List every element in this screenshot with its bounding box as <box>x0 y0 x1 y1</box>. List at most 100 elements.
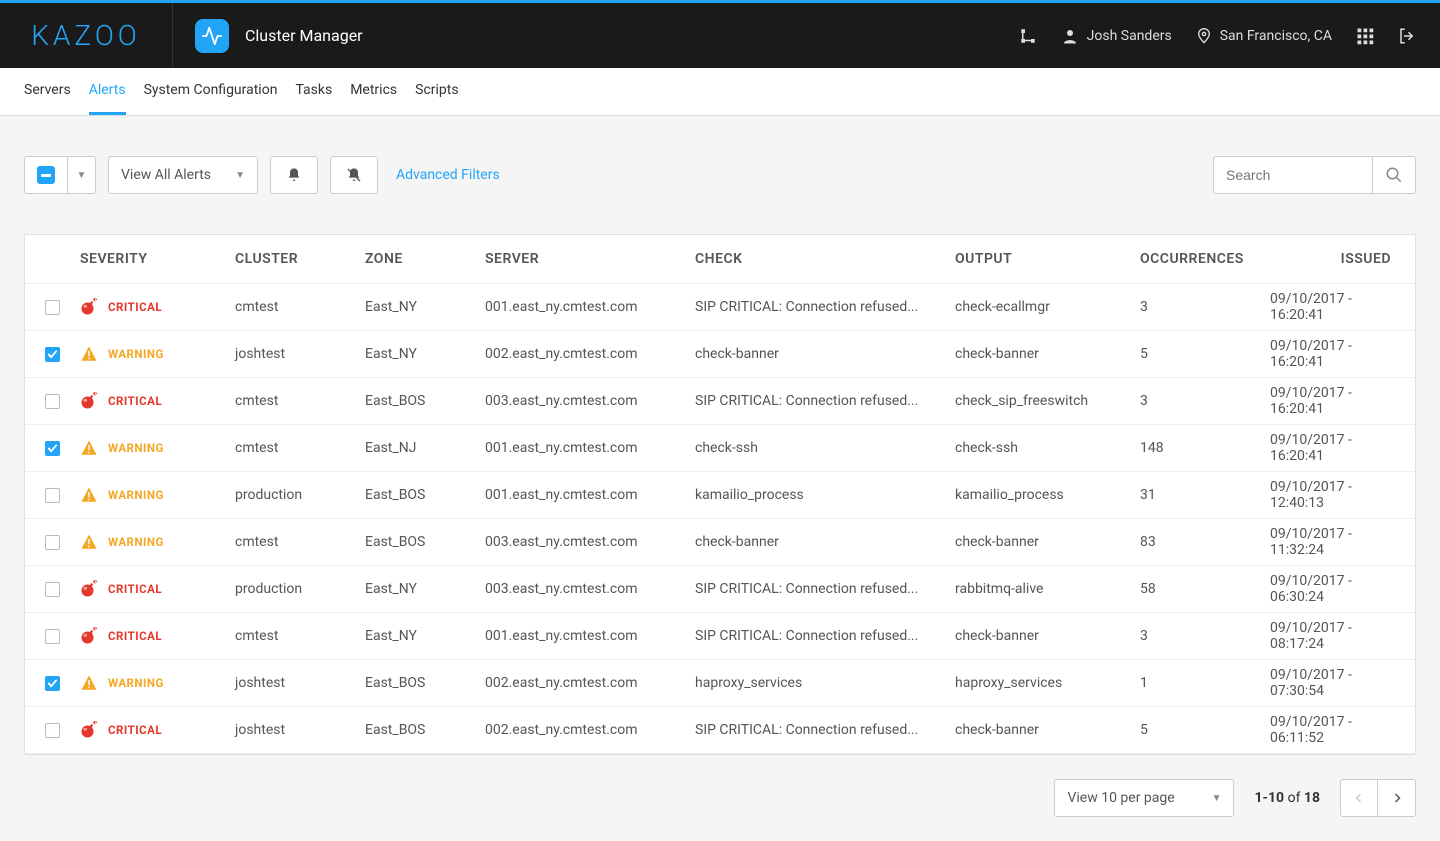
tab-scripts[interactable]: Scripts <box>415 68 458 115</box>
col-checkbox <box>25 243 80 275</box>
select-all-button[interactable] <box>24 156 68 194</box>
col-cluster[interactable]: Cluster <box>235 235 365 283</box>
row-checkbox-cell <box>25 676 80 691</box>
user-icon <box>1061 27 1079 45</box>
issued-cell: 09/10/2017 - 11:32:24 <box>1270 526 1391 558</box>
bomb-icon <box>80 298 98 316</box>
row-checkbox[interactable] <box>45 441 60 456</box>
zone-cell: East_BOS <box>365 393 485 409</box>
tab-tasks[interactable]: Tasks <box>295 68 332 115</box>
location-menu[interactable]: San Francisco, CA <box>1196 28 1332 44</box>
row-checkbox[interactable] <box>45 629 60 644</box>
tab-metrics[interactable]: Metrics <box>350 68 397 115</box>
table-row[interactable]: WARNINGcmtestEast_NJ001.east_ny.cmtest.c… <box>25 425 1415 472</box>
search-input[interactable] <box>1213 156 1373 194</box>
output-cell: check-banner <box>955 534 1140 550</box>
zone-cell: East_NY <box>365 628 485 644</box>
issued-cell: 09/10/2017 - 06:30:24 <box>1270 573 1391 605</box>
user-name: Josh Sanders <box>1087 28 1172 44</box>
col-zone[interactable]: Zone <box>365 235 485 283</box>
server-cell: 002.east_ny.cmtest.com <box>485 346 695 362</box>
mute-button[interactable] <box>330 156 378 194</box>
cluster-cell: production <box>235 487 365 503</box>
caret-down-icon: ▼ <box>235 170 245 181</box>
col-check[interactable]: Check <box>695 235 955 283</box>
row-checkbox[interactable] <box>45 676 60 691</box>
issued-cell: 09/10/2017 - 06:11:52 <box>1270 714 1391 746</box>
issued-cell: 09/10/2017 - 12:40:13 <box>1270 479 1391 511</box>
issued-cell: 09/10/2017 - 07:30:54 <box>1270 667 1391 699</box>
output-cell: rabbitmq-alive <box>955 581 1140 597</box>
row-checkbox[interactable] <box>45 723 60 738</box>
row-checkbox[interactable] <box>45 347 60 362</box>
col-issued[interactable]: Issued <box>1270 235 1391 283</box>
tab-servers[interactable]: Servers <box>24 68 71 115</box>
total-value: 18 <box>1304 790 1320 806</box>
output-cell: check-banner <box>955 628 1140 644</box>
table-row[interactable]: WARNINGproductionEast_BOS001.east_ny.cmt… <box>25 472 1415 519</box>
cluster-cell: joshtest <box>235 346 365 362</box>
severity-cell: CRITICAL <box>80 298 235 316</box>
row-checkbox-cell <box>25 300 80 315</box>
view-filter-select[interactable]: View All Alerts ▼ <box>108 156 258 194</box>
occurrences-cell: 3 <box>1140 628 1270 644</box>
row-checkbox[interactable] <box>45 582 60 597</box>
range-value: 1-10 <box>1254 790 1284 806</box>
server-cell: 001.east_ny.cmtest.com <box>485 299 695 315</box>
table-row[interactable]: WARNINGjoshtestEast_BOS002.east_ny.cmtes… <box>25 660 1415 707</box>
severity-label: WARNING <box>108 488 164 502</box>
col-server[interactable]: Server <box>485 235 695 283</box>
table-row[interactable]: CRITICALcmtestEast_NY001.east_ny.cmtest.… <box>25 613 1415 660</box>
next-page-button[interactable] <box>1378 779 1416 817</box>
occurrences-cell: 58 <box>1140 581 1270 597</box>
table-row[interactable]: CRITICALcmtestEast_NY001.east_ny.cmtest.… <box>25 284 1415 331</box>
table-row[interactable]: CRITICALjoshtestEast_BOS002.east_ny.cmte… <box>25 707 1415 754</box>
server-cell: 002.east_ny.cmtest.com <box>485 722 695 738</box>
row-checkbox-cell <box>25 629 80 644</box>
topbar: KAZOO Cluster Manager Josh Sanders San F… <box>0 3 1440 68</box>
bomb-icon <box>80 392 98 410</box>
occurrences-cell: 1 <box>1140 675 1270 691</box>
prev-page-button[interactable] <box>1340 779 1378 817</box>
search-button[interactable] <box>1373 156 1416 194</box>
row-checkbox-cell <box>25 582 80 597</box>
zone-cell: East_NY <box>365 346 485 362</box>
location-name: San Francisco, CA <box>1220 28 1332 44</box>
check-cell: SIP CRITICAL: Connection refused... <box>695 299 955 315</box>
col-severity[interactable]: Severity <box>80 235 235 283</box>
output-cell: check-banner <box>955 346 1140 362</box>
tab-system-configuration[interactable]: System Configuration <box>144 68 278 115</box>
issued-cell: 09/10/2017 - 08:17:24 <box>1270 620 1391 652</box>
row-checkbox[interactable] <box>45 300 60 315</box>
tree-icon[interactable] <box>1019 27 1037 45</box>
issued-cell: 09/10/2017 - 16:20:41 <box>1270 385 1391 417</box>
server-cell: 001.east_ny.cmtest.com <box>485 628 695 644</box>
tab-alerts[interactable]: Alerts <box>89 68 126 115</box>
severity-cell: WARNING <box>80 345 235 363</box>
cluster-cell: cmtest <box>235 534 365 550</box>
table-row[interactable]: CRITICALcmtestEast_BOS003.east_ny.cmtest… <box>25 378 1415 425</box>
zone-cell: East_BOS <box>365 534 485 550</box>
search-group <box>1213 156 1416 194</box>
row-checkbox[interactable] <box>45 535 60 550</box>
brand-logo[interactable]: KAZOO <box>0 3 173 68</box>
logout-icon[interactable] <box>1398 27 1416 45</box>
per-page-select[interactable]: View 10 per page ▼ <box>1054 779 1234 817</box>
col-occurrences[interactable]: Occurrences <box>1140 235 1270 283</box>
alerts-table: Severity Cluster Zone Server Check Outpu… <box>24 234 1416 755</box>
severity-cell: CRITICAL <box>80 627 235 645</box>
col-output[interactable]: Output <box>955 235 1140 283</box>
zone-cell: East_BOS <box>365 675 485 691</box>
row-checkbox[interactable] <box>45 488 60 503</box>
apps-grid-icon[interactable] <box>1356 27 1374 45</box>
table-row[interactable]: WARNINGjoshtestEast_NY002.east_ny.cmtest… <box>25 331 1415 378</box>
user-menu[interactable]: Josh Sanders <box>1061 27 1172 45</box>
app-title-section: Cluster Manager <box>173 19 363 53</box>
select-all-dropdown[interactable]: ▼ <box>68 156 96 194</box>
row-checkbox[interactable] <box>45 394 60 409</box>
table-row[interactable]: WARNINGcmtestEast_BOS003.east_ny.cmtest.… <box>25 519 1415 566</box>
severity-cell: WARNING <box>80 486 235 504</box>
table-row[interactable]: CRITICALproductionEast_NY003.east_ny.cmt… <box>25 566 1415 613</box>
advanced-filters-link[interactable]: Advanced Filters <box>396 167 500 183</box>
notify-button[interactable] <box>270 156 318 194</box>
